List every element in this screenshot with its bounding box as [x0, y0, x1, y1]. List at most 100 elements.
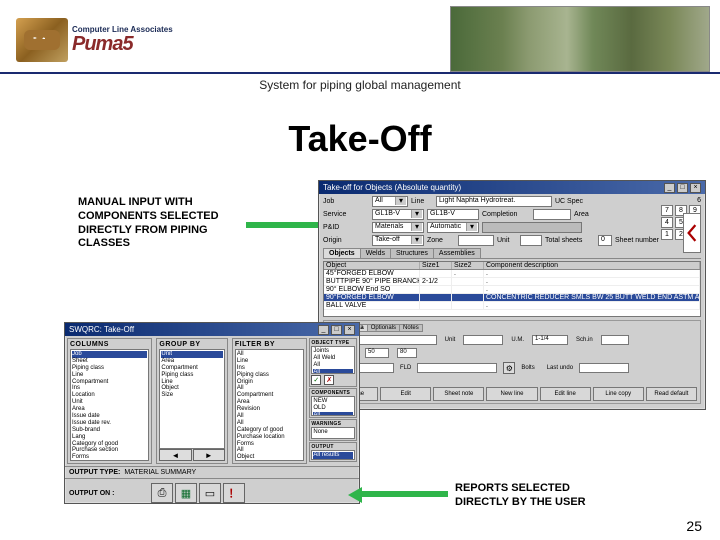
btn-linecopy[interactable]: Line copy — [593, 387, 644, 401]
output-list[interactable]: All results — [311, 450, 355, 460]
cross-icon[interactable]: ✗ — [324, 375, 334, 385]
list-item[interactable]: Size — [161, 392, 223, 399]
tab-objects[interactable]: Objects — [323, 248, 361, 258]
field-job[interactable]: All — [372, 196, 408, 207]
list-item[interactable]: None — [313, 429, 353, 436]
list-item[interactable]: Line — [237, 358, 302, 365]
filterby-list[interactable]: AllLineInsPiping classOriginAllCompartme… — [235, 349, 304, 461]
list-item[interactable]: Object — [237, 454, 302, 461]
dtab-notes[interactable]: Notes — [399, 324, 423, 332]
field-service2[interactable]: GL1B-V — [427, 209, 479, 220]
field-unit[interactable] — [520, 235, 542, 246]
mini-title[interactable] — [347, 335, 437, 345]
bolts-button[interactable]: ⚙ — [503, 362, 515, 374]
list-item[interactable]: All — [237, 385, 302, 392]
list-item[interactable]: Piping class — [237, 372, 302, 379]
list-item[interactable]: Origin — [237, 379, 302, 386]
table-row[interactable]: BALL VALVE. — [324, 302, 700, 310]
list-item[interactable]: Location — [72, 392, 147, 399]
dtab-optionals[interactable]: Optionals — [367, 324, 400, 332]
list-item[interactable]: All — [313, 369, 353, 374]
warning-icon[interactable]: ！ — [223, 483, 245, 503]
list-item[interactable]: Lang — [72, 434, 147, 441]
list-item[interactable]: Ins — [237, 365, 302, 372]
components-list[interactable]: NEWOLDAll — [311, 396, 355, 416]
list-item[interactable]: All results — [313, 452, 353, 459]
list-item[interactable]: Compartment — [72, 379, 147, 386]
minimize-icon[interactable]: _ — [318, 325, 329, 335]
table-row[interactable]: 90°FORGED ELBOWCONCENTRIC REDUCER SMLS B… — [324, 294, 700, 302]
list-item[interactable]: Compartment — [161, 365, 223, 372]
rack-cell[interactable]: 1 — [661, 229, 673, 240]
field-zone[interactable] — [458, 235, 494, 246]
maximize-icon[interactable]: □ — [331, 325, 342, 335]
list-item[interactable]: NEW — [313, 398, 353, 405]
columns-list[interactable]: JobSheetPiping classLineCompartmentInsLo… — [70, 349, 149, 461]
mini-um[interactable]: 1-1/4 — [532, 335, 568, 345]
list-item[interactable]: Purchase section — [72, 447, 147, 454]
list-item[interactable]: Sheet — [72, 358, 147, 365]
field-line[interactable]: Light Naphta Hydrotreat. — [436, 196, 552, 207]
list-item[interactable]: Line — [72, 372, 147, 379]
list-item[interactable]: Joints — [313, 348, 353, 355]
table-row[interactable]: BUTTPIPE 90° PIPE BRANCH2-1/2. — [324, 278, 700, 286]
mini-qty[interactable] — [354, 363, 394, 373]
list-item[interactable]: Category of good — [237, 427, 302, 434]
list-item[interactable]: Issue date rev. — [72, 420, 147, 427]
maximize-icon[interactable]: □ — [677, 183, 688, 193]
warnings-list[interactable]: None — [311, 427, 355, 439]
mini-fld[interactable] — [417, 363, 497, 373]
minimize-icon[interactable]: _ — [664, 183, 675, 193]
table-row[interactable]: 90° ELBOW End SO. — [324, 286, 700, 294]
list-item[interactable]: Unit — [161, 351, 223, 358]
list-item[interactable]: Line — [161, 379, 223, 386]
list-item[interactable]: Ins — [72, 385, 147, 392]
table-row[interactable]: 45°FORGED ELBOW.. — [324, 270, 700, 278]
rack-cell[interactable]: 7 — [661, 205, 673, 216]
list-item[interactable]: Forms — [72, 454, 147, 461]
list-item[interactable]: All — [237, 413, 302, 420]
field-origin1[interactable]: Materials — [372, 222, 424, 233]
list-item[interactable]: Issue date — [72, 413, 147, 420]
move-left-icon[interactable]: ◄ — [159, 449, 191, 461]
list-item[interactable]: Area — [237, 399, 302, 406]
close-icon[interactable]: × — [344, 325, 355, 335]
list-item[interactable]: Purchase location — [237, 434, 302, 441]
excel-icon[interactable]: ▦ — [175, 483, 197, 503]
list-item[interactable]: All — [237, 420, 302, 427]
list-item[interactable]: Piping class — [72, 365, 147, 372]
list-item[interactable]: All — [237, 447, 302, 454]
list-item[interactable]: All Weld — [313, 355, 353, 362]
col-object[interactable]: Object — [324, 262, 420, 269]
btn-sheetnote[interactable]: Sheet note — [433, 387, 484, 401]
print-icon[interactable]: ⎙ — [151, 483, 173, 503]
field-origin2[interactable]: Automatic — [427, 222, 479, 233]
field-takeoff[interactable]: Take-off — [372, 235, 424, 246]
col-desc[interactable]: Component description — [484, 262, 700, 269]
btn-newline2[interactable]: New line — [486, 387, 537, 401]
list-item[interactable]: Area — [72, 406, 147, 413]
list-item[interactable]: All — [313, 412, 353, 416]
list-item[interactable]: Object — [161, 385, 223, 392]
list-item[interactable]: Area — [161, 358, 223, 365]
field-auto[interactable] — [482, 222, 582, 233]
mini-b[interactable]: 50 — [365, 348, 389, 358]
btn-editline[interactable]: Edit line — [540, 387, 591, 401]
window-titlebar[interactable]: SWQRC: Take-Off _ □ × — [65, 323, 359, 336]
list-item[interactable]: All — [237, 351, 302, 358]
list-item[interactable]: OLD — [313, 405, 353, 412]
list-item[interactable]: Sub-brand — [72, 427, 147, 434]
mini-undo[interactable] — [579, 363, 629, 373]
tab-welds[interactable]: Welds — [360, 248, 391, 258]
objtype-list[interactable]: JointsAll WeldAllAll — [311, 346, 355, 374]
field-totalsheets[interactable]: 0 — [598, 235, 612, 246]
back-button[interactable] — [683, 213, 701, 253]
check-icon[interactable]: ✓ — [311, 375, 321, 385]
list-item[interactable]: All — [313, 362, 353, 369]
list-item[interactable]: Compartment — [237, 392, 302, 399]
col-size1[interactable]: Size1 — [420, 262, 452, 269]
btn-edit[interactable]: Edit — [380, 387, 431, 401]
field-service[interactable]: GL1B-V — [372, 209, 424, 220]
rack-cell[interactable]: 4 — [661, 217, 673, 228]
list-item[interactable]: Piping class — [161, 372, 223, 379]
